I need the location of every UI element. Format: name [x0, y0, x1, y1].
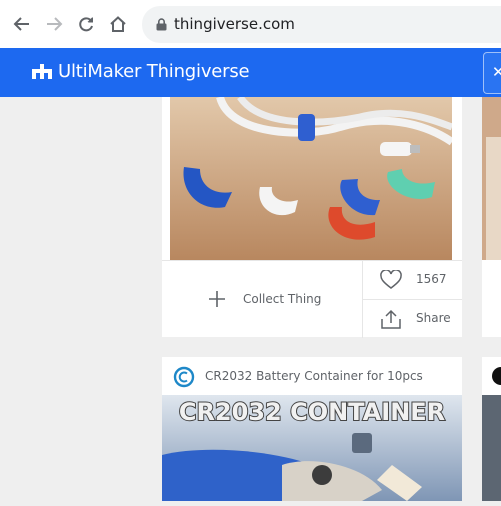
thing-image[interactable]: [170, 97, 452, 260]
card-actions: Collect Thing 1567 Share: [162, 260, 462, 338]
lock-icon[interactable]: [156, 18, 167, 36]
thing-image[interactable]: CR2032 CONTAINER: [162, 395, 462, 501]
collect-label: Collect Thing: [243, 292, 322, 306]
url-text: thingiverse.com: [174, 15, 295, 33]
browser-toolbar: thingiverse.com: [0, 0, 501, 49]
reload-icon[interactable]: [76, 14, 96, 34]
plus-icon: [208, 290, 226, 313]
thing-image: [482, 97, 501, 260]
collect-thing-button[interactable]: Collect Thing: [162, 261, 363, 338]
share-icon: [380, 309, 402, 334]
ultimaker-logo-icon[interactable]: [32, 64, 52, 84]
thing-card: CR2032 Battery Container for 10pcs CR203…: [162, 357, 462, 501]
site-header: UltiMaker Thingiverse ✕: [0, 48, 501, 97]
thing-card-partial[interactable]: [482, 357, 501, 501]
heart-icon: [380, 269, 402, 295]
thing-image: [482, 367, 501, 501]
back-arrow-icon[interactable]: [12, 14, 32, 34]
thing-title[interactable]: CR2032 Battery Container for 10pcs: [205, 369, 423, 383]
home-icon[interactable]: [108, 14, 128, 34]
image-caption: CR2032 CONTAINER: [179, 398, 445, 426]
close-icon: ✕: [492, 64, 501, 81]
like-button[interactable]: 1567: [363, 261, 462, 300]
thing-card: Collect Thing 1567 Share: [162, 97, 462, 338]
share-button[interactable]: Share: [363, 300, 462, 338]
thing-card-partial[interactable]: [482, 97, 501, 337]
forward-arrow-icon[interactable]: [44, 14, 64, 34]
header-menu-button[interactable]: ✕: [483, 52, 501, 94]
share-label: Share: [416, 311, 451, 325]
address-bar[interactable]: thingiverse.com: [142, 6, 501, 43]
creator-avatar[interactable]: [173, 366, 195, 393]
card-header: CR2032 Battery Container for 10pcs: [162, 357, 462, 395]
brand-name[interactable]: UltiMaker Thingiverse: [58, 61, 250, 82]
like-count: 1567: [416, 272, 447, 286]
